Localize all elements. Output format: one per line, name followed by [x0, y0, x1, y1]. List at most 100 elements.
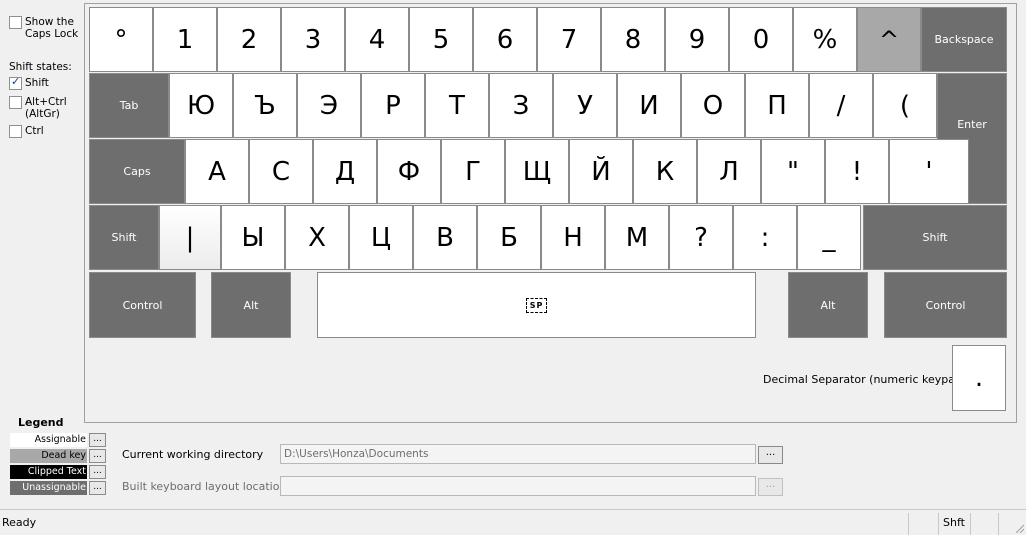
- key-8[interactable]: 8: [601, 7, 665, 72]
- legend: Legend Assignable ... Dead key ... Clipp…: [10, 416, 110, 496]
- legend-row-unassignable: Unassignable ...: [10, 480, 110, 496]
- key-paren-left[interactable]: (: [873, 73, 937, 138]
- key-i[interactable]: И: [617, 73, 681, 138]
- key-3[interactable]: 3: [281, 7, 345, 72]
- legend-dead-key-button[interactable]: ...: [89, 449, 106, 463]
- key-double-quote[interactable]: ": [761, 139, 825, 204]
- altgr-option[interactable]: Alt+Ctrl (AltGr): [9, 96, 75, 120]
- key-shch[interactable]: Щ: [505, 139, 569, 204]
- key-m[interactable]: М: [605, 205, 669, 270]
- key-p[interactable]: П: [745, 73, 809, 138]
- build-location-field[interactable]: [280, 476, 756, 496]
- decimal-separator-label: Decimal Separator (numeric keypad): [763, 373, 967, 386]
- legend-title: Legend: [18, 416, 64, 429]
- shift-label: Shift: [25, 77, 49, 89]
- key-slash[interactable]: /: [809, 73, 873, 138]
- key-b[interactable]: Б: [477, 205, 541, 270]
- key-space[interactable]: SP: [317, 272, 756, 338]
- key-colon[interactable]: :: [733, 205, 797, 270]
- key-o[interactable]: О: [681, 73, 745, 138]
- cwd-field[interactable]: D:\Users\Honza\Documents: [280, 444, 756, 464]
- key-n[interactable]: Н: [541, 205, 605, 270]
- status-bar: Ready Shft: [0, 509, 1026, 535]
- space-marker: SP: [525, 297, 548, 313]
- legend-clipped-text-swatch: Clipped Text: [10, 465, 87, 479]
- key-percent[interactable]: %: [793, 7, 857, 72]
- key-control-left[interactable]: Control: [89, 272, 196, 338]
- ctrl-option[interactable]: Ctrl: [9, 125, 44, 138]
- cwd-label: Current working directory: [122, 448, 264, 461]
- key-apostrophe[interactable]: ': [889, 139, 969, 204]
- key-k[interactable]: К: [633, 139, 697, 204]
- legend-row-dead-key: Dead key ...: [10, 448, 110, 464]
- show-caps-lock-option[interactable]: Show the Caps Lock: [9, 16, 85, 40]
- key-decimal-separator[interactable]: .: [952, 345, 1006, 411]
- options-panel: Show the Caps Lock Shift states: Shift A…: [0, 0, 84, 420]
- key-9[interactable]: 9: [665, 7, 729, 72]
- cwd-browse-button[interactable]: ...: [758, 446, 783, 464]
- status-text: Ready: [2, 516, 37, 529]
- key-1[interactable]: 1: [153, 7, 217, 72]
- status-shift-indicator: Shft: [943, 516, 965, 529]
- key-e[interactable]: Э: [297, 73, 361, 138]
- key-s[interactable]: С: [249, 139, 313, 204]
- key-short-i[interactable]: Й: [569, 139, 633, 204]
- show-caps-lock-checkbox[interactable]: [9, 16, 22, 29]
- key-t[interactable]: Т: [425, 73, 489, 138]
- build-location-browse-button[interactable]: ...: [758, 478, 783, 496]
- key-d[interactable]: Д: [313, 139, 377, 204]
- legend-clipped-text-button[interactable]: ...: [89, 465, 106, 479]
- key-exclamation[interactable]: !: [825, 139, 889, 204]
- key-control-right[interactable]: Control: [884, 272, 1007, 338]
- key-g[interactable]: Г: [441, 139, 505, 204]
- key-l[interactable]: Л: [697, 139, 761, 204]
- key-y[interactable]: Ы: [221, 205, 285, 270]
- key-a[interactable]: А: [185, 139, 249, 204]
- legend-unassignable-button[interactable]: ...: [89, 481, 106, 495]
- key-tab[interactable]: Tab: [89, 73, 169, 138]
- key-2[interactable]: 2: [217, 7, 281, 72]
- status-separator: [938, 513, 939, 535]
- ctrl-label: Ctrl: [25, 125, 44, 137]
- shift-states-label: Shift states:: [9, 61, 72, 73]
- status-separator: [970, 513, 971, 535]
- key-yu[interactable]: Ю: [169, 73, 233, 138]
- key-degree[interactable]: °: [89, 7, 153, 72]
- key-5[interactable]: 5: [409, 7, 473, 72]
- key-z[interactable]: З: [489, 73, 553, 138]
- shift-option[interactable]: Shift: [9, 76, 49, 90]
- key-alt-right[interactable]: Alt: [788, 272, 868, 338]
- shift-checkbox[interactable]: [9, 76, 22, 90]
- key-7[interactable]: 7: [537, 7, 601, 72]
- key-pipe[interactable]: |: [159, 205, 221, 270]
- key-f[interactable]: Ф: [377, 139, 441, 204]
- key-shift-left[interactable]: Shift: [89, 205, 159, 270]
- altgr-label: Alt+Ctrl (AltGr): [25, 96, 67, 120]
- legend-unassignable-swatch: Unassignable: [10, 481, 87, 495]
- show-caps-lock-label: Show the Caps Lock: [25, 16, 79, 40]
- key-r[interactable]: Р: [361, 73, 425, 138]
- key-6[interactable]: 6: [473, 7, 537, 72]
- key-circumflex-dead[interactable]: ^: [857, 7, 921, 72]
- key-hard-sign[interactable]: Ъ: [233, 73, 297, 138]
- key-4[interactable]: 4: [345, 7, 409, 72]
- key-alt-left[interactable]: Alt: [211, 272, 291, 338]
- key-backspace[interactable]: Backspace: [921, 7, 1007, 72]
- legend-dead-key-swatch: Dead key: [10, 449, 87, 463]
- key-shift-right[interactable]: Shift: [863, 205, 1007, 270]
- resize-grip-icon[interactable]: [1014, 523, 1024, 533]
- legend-assignable-swatch: Assignable: [10, 433, 87, 447]
- key-v[interactable]: В: [413, 205, 477, 270]
- key-kh[interactable]: Х: [285, 205, 349, 270]
- key-caps[interactable]: Caps: [89, 139, 185, 204]
- key-u[interactable]: У: [553, 73, 617, 138]
- key-0[interactable]: 0: [729, 7, 793, 72]
- ctrl-checkbox[interactable]: [9, 125, 22, 138]
- key-ts[interactable]: Ц: [349, 205, 413, 270]
- altgr-checkbox[interactable]: [9, 96, 22, 109]
- status-separator: [998, 513, 999, 535]
- legend-row-clipped-text: Clipped Text ...: [10, 464, 110, 480]
- key-question[interactable]: ?: [669, 205, 733, 270]
- legend-assignable-button[interactable]: ...: [89, 433, 106, 447]
- key-underscore[interactable]: _: [797, 205, 861, 270]
